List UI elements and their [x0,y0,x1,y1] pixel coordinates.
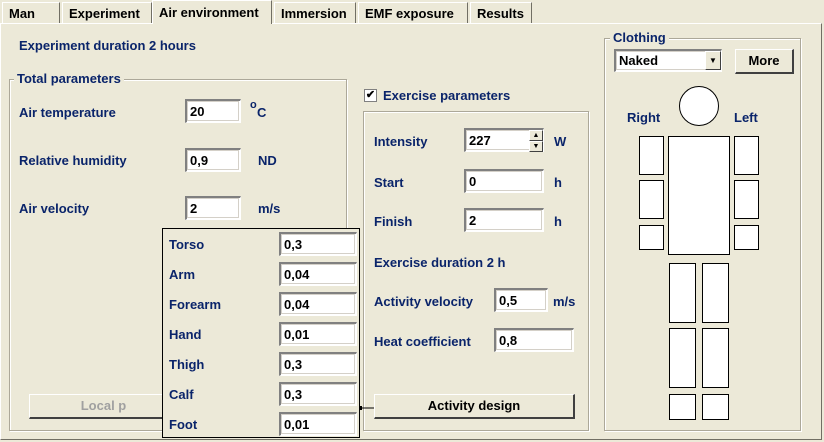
more-button[interactable]: More [735,49,794,74]
forearm-label: Forearm [169,297,222,312]
activity-velocity-unit: m/s [553,294,576,309]
total-parameters-title: Total parameters [14,71,124,86]
degree-symbol: o [250,99,257,111]
left-label: Left [734,110,758,125]
activity-velocity-label: Activity velocity [374,294,473,309]
tab-results[interactable]: Results [470,2,532,23]
foot-label: Foot [169,417,198,432]
foot-input[interactable]: 0,01 [279,412,357,436]
intensity-input[interactable]: 227 ▲ ▼ [464,128,544,152]
finish-label: Finish [374,214,413,229]
hand-input[interactable]: 0,01 [279,322,357,346]
air-velocity-unit: m/s [258,201,281,216]
calf-label: Calf [169,387,194,402]
tab-bar: Man Experiment Air environment Immersion… [0,0,824,24]
intensity-unit: W [554,134,567,149]
tab-experiment[interactable]: Experiment [62,2,152,23]
intensity-spinner[interactable]: ▲ ▼ [529,130,543,152]
arm-label: Arm [169,267,196,282]
body-left-foot[interactable] [702,394,729,420]
intensity-label: Intensity [374,134,428,149]
activity-velocity-input[interactable]: 0,5 [494,288,548,312]
finish-unit: h [554,214,562,229]
activity-design-button[interactable]: Activity design [374,394,575,419]
experiment-duration-text: Experiment duration 2 hours [19,38,196,53]
relative-humidity-label: Relative humidity [19,153,127,168]
relative-humidity-input[interactable]: 0,9 [185,148,241,172]
body-left-thigh[interactable] [702,263,729,323]
air-temperature-input[interactable]: 20 [185,99,241,123]
body-right-thigh[interactable] [669,263,696,323]
start-unit: h [554,175,562,190]
clothing-title: Clothing [610,30,669,45]
body-head[interactable] [679,86,719,126]
local-parameters-button: Local p [29,394,179,419]
hand-label: Hand [169,327,202,342]
body-right-calf[interactable] [669,328,696,388]
start-label: Start [374,175,404,190]
celsius-unit: C [257,105,267,120]
exercise-duration-text: Exercise duration 2 h [374,255,506,270]
body-right-hand[interactable] [639,225,664,250]
local-parameters-popup: Torso 0,3 Arm 0,04 Forearm 0,04 Hand 0,0… [162,228,360,438]
torso-input[interactable]: 0,3 [279,232,357,256]
body-left-calf[interactable] [702,328,729,388]
intensity-value: 227 [469,133,491,148]
humidity-unit: ND [258,153,277,168]
body-left-forearm[interactable] [734,180,759,219]
body-left-hand[interactable] [734,225,759,250]
thigh-label: Thigh [169,357,205,372]
air-temperature-label: Air temperature [19,105,116,120]
tab-man[interactable]: Man [2,2,60,23]
body-left-arm[interactable] [734,136,759,175]
clothing-select[interactable]: Naked ▼ [614,49,722,72]
tab-emf-exposure[interactable]: EMF exposure [358,2,468,23]
air-velocity-label: Air velocity [19,201,90,216]
air-velocity-input[interactable]: 2 [185,196,241,220]
arm-input[interactable]: 0,04 [279,262,357,286]
start-input[interactable]: 0 [464,169,544,193]
body-right-arm[interactable] [639,136,664,175]
tab-air-environment[interactable]: Air environment [152,0,272,24]
spin-up-icon[interactable]: ▲ [529,130,543,141]
spin-down-icon[interactable]: ▼ [529,141,543,152]
exercise-checkbox[interactable]: ✔ [364,89,377,102]
body-torso[interactable] [668,136,730,255]
exercise-parameters-group [363,111,589,431]
clothing-selected-value: Naked [619,53,659,68]
torso-label: Torso [169,237,205,252]
heat-coefficient-label: Heat coefficient [374,334,471,349]
tab-immersion[interactable]: Immersion [274,2,356,23]
forearm-input[interactable]: 0,04 [279,292,357,316]
heat-coefficient-input[interactable]: 0,8 [494,328,574,352]
calf-input[interactable]: 0,3 [279,382,357,406]
finish-input[interactable]: 2 [464,208,544,232]
right-label: Right [627,110,661,125]
chevron-down-icon[interactable]: ▼ [705,51,721,70]
exercise-parameters-label: Exercise parameters [383,88,511,103]
thigh-input[interactable]: 0,3 [279,352,357,376]
body-right-foot[interactable] [669,394,696,420]
body-right-forearm[interactable] [639,180,664,219]
